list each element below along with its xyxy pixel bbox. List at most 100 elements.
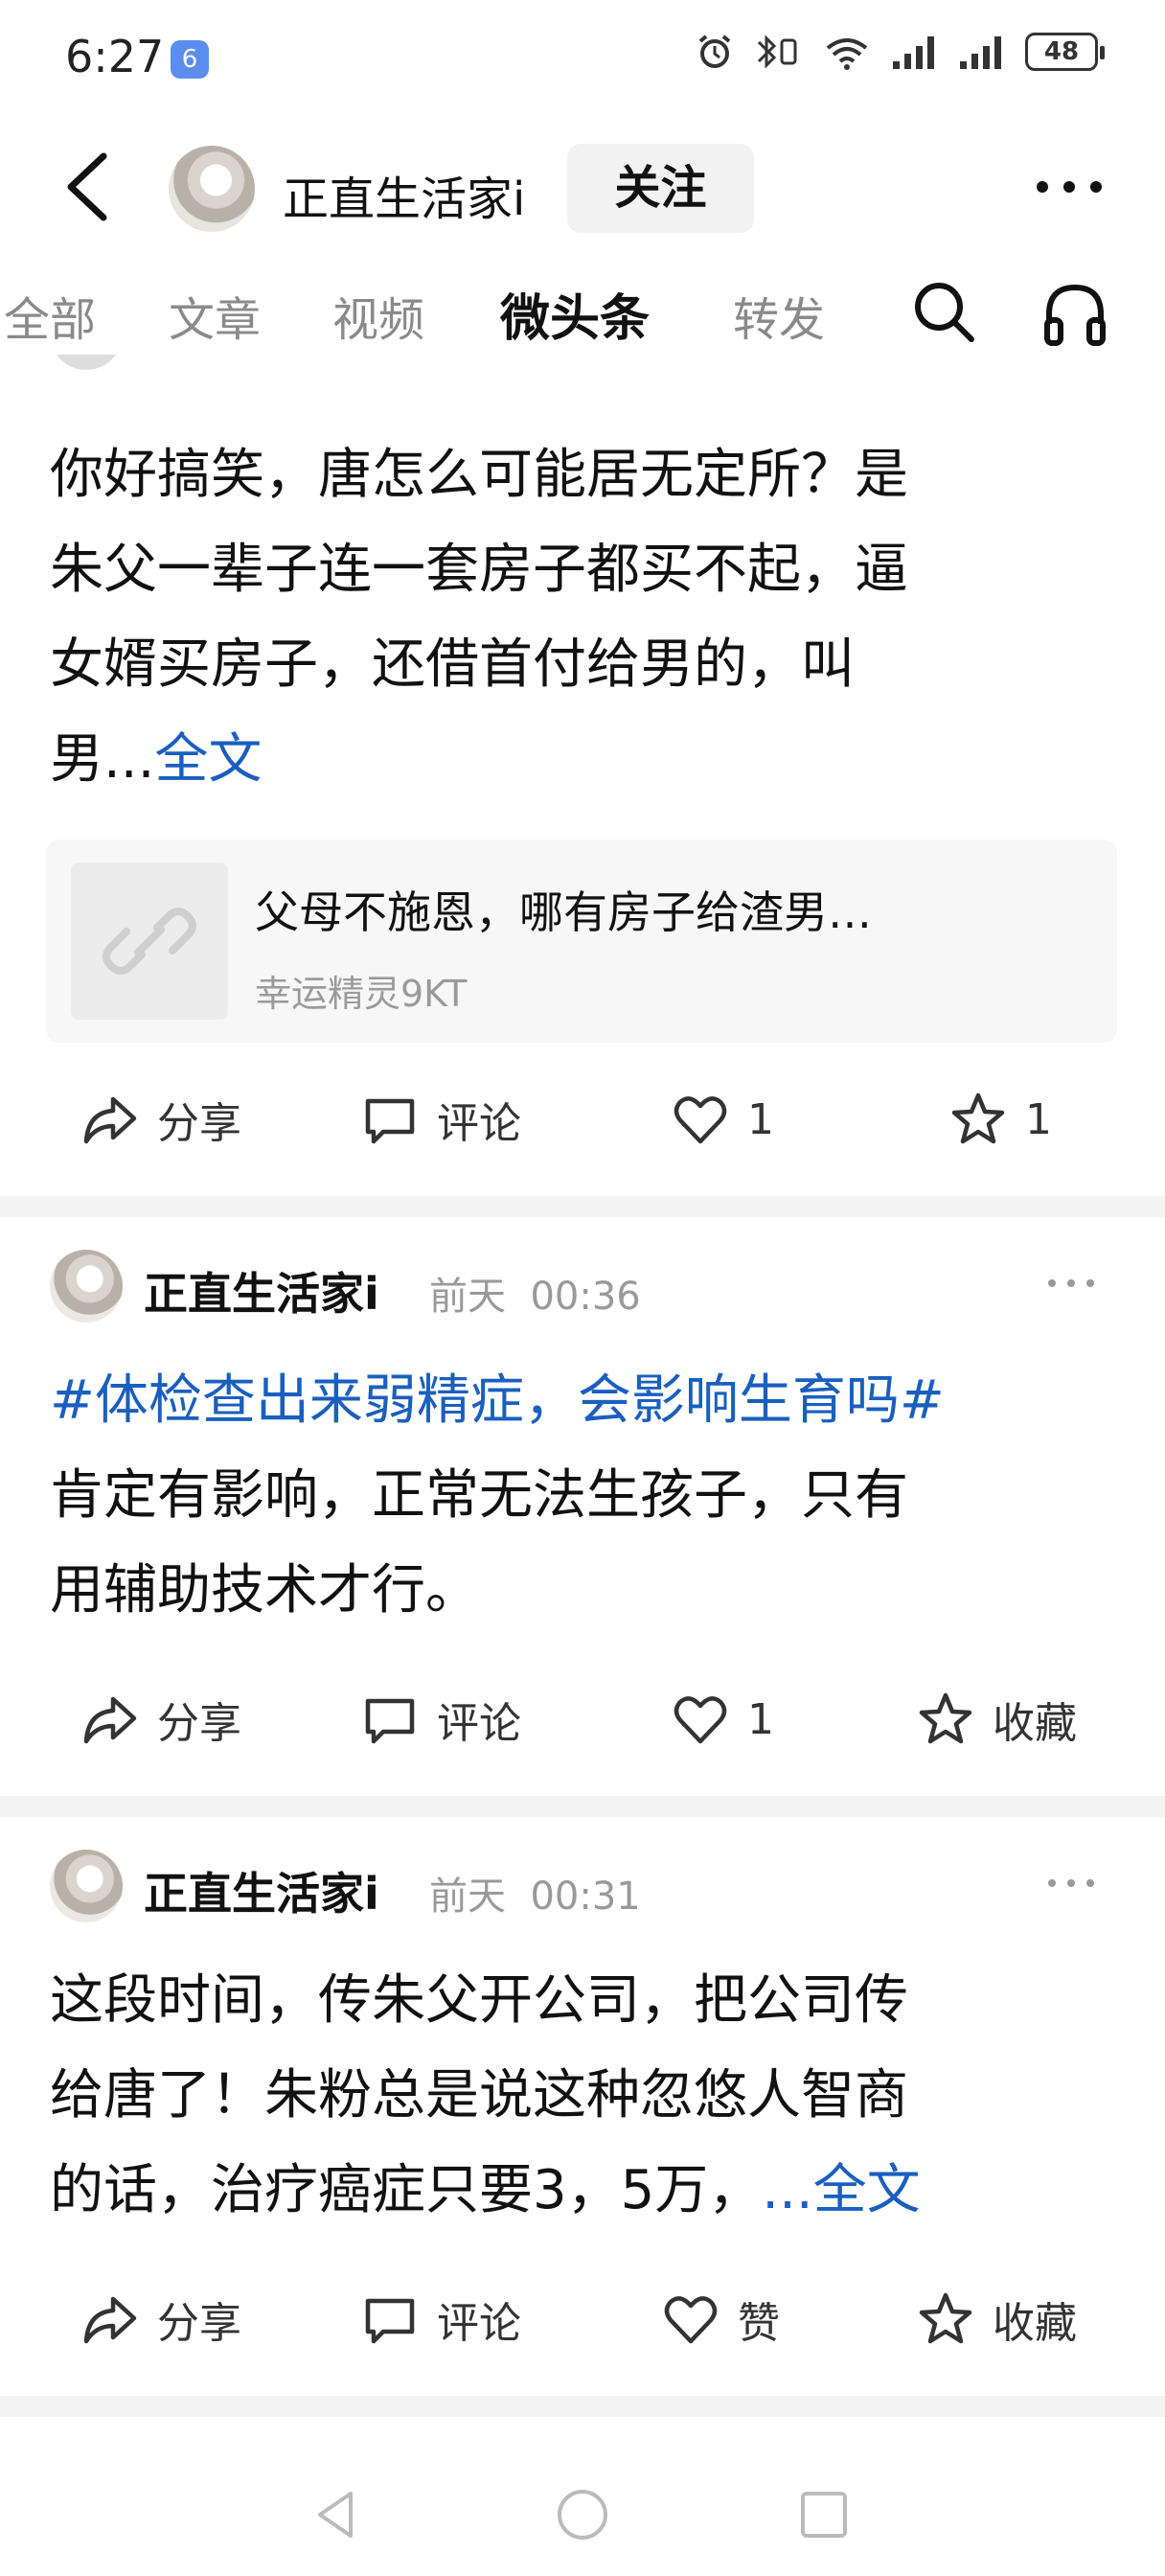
- chevron-left-icon[interactable]: [57, 149, 125, 225]
- heart-icon: [664, 2296, 718, 2344]
- comment-bubble-icon: [365, 1098, 415, 1144]
- link-icon: [103, 908, 196, 975]
- post-actions: 分享 评论 1 收藏: [0, 1681, 1165, 1758]
- share-label: 分享: [157, 1699, 241, 1748]
- nav-back-icon[interactable]: [308, 2486, 366, 2543]
- divider: [0, 1196, 1165, 1217]
- content-tabs: 全部 文章 视频 微头条 转发: [0, 268, 1165, 355]
- post-time: 前天 00:31: [429, 1865, 641, 1920]
- status-time: 6:27: [65, 31, 165, 82]
- post-line: 肯定有影响，正常无法生孩子，只有: [50, 1464, 908, 1527]
- share-arrow-icon: [83, 2296, 137, 2344]
- status-icons: 48: [696, 33, 1105, 71]
- star-icon: [919, 2292, 972, 2344]
- more-dots-icon[interactable]: [1031, 163, 1108, 211]
- post-header: 正直生活家i 前天 00:31: [0, 1842, 1165, 1928]
- star-icon: [919, 1692, 972, 1744]
- card-source: 幸运精灵9KT: [255, 973, 468, 1015]
- comment-button[interactable]: 评论: [360, 1681, 521, 1758]
- post-line: 女婿买房子，还借首付给男的，叫: [50, 633, 855, 696]
- post-line-end: 男...: [50, 728, 155, 791]
- tab-articles[interactable]: 文章: [169, 282, 261, 349]
- like-label: 赞: [738, 2299, 780, 2348]
- share-arrow-icon: [83, 1696, 137, 1744]
- comment-button[interactable]: 评论: [360, 2281, 521, 2358]
- post-actions: 分享 评论 赞 收藏: [0, 2281, 1165, 2358]
- post-text[interactable]: #体检查出来弱精症，会影响生育吗# 肯定有影响，正常无法生孩子，只有 用辅助技术…: [50, 1353, 1123, 1638]
- share-button[interactable]: 分享: [80, 1681, 241, 1758]
- post-clock: 00:31: [530, 1874, 641, 1919]
- follow-button[interactable]: 关注: [567, 144, 754, 233]
- post-time: 前天 00:36: [429, 1265, 641, 1321]
- comment-label: 评论: [437, 2299, 521, 2348]
- post-header: 正直生活家i 前天 00:36: [0, 1242, 1165, 1328]
- share-label: 分享: [157, 2299, 241, 2348]
- author-name[interactable]: 正直生活家i: [144, 1259, 379, 1322]
- share-button[interactable]: 分享: [80, 1081, 241, 1158]
- post-actions: 分享 评论 1 1: [0, 1081, 1165, 1158]
- like-button[interactable]: 1: [671, 1681, 774, 1758]
- tab-videos[interactable]: 视频: [332, 282, 424, 349]
- post-line-end: 的话，治疗癌症只要3，5万，: [50, 2159, 763, 2221]
- post-day: 前天: [429, 1874, 506, 1919]
- card-thumbnail: [71, 862, 228, 1020]
- more-dots-icon[interactable]: [1044, 1869, 1098, 1898]
- share-button[interactable]: 分享: [80, 2281, 241, 2358]
- author-name[interactable]: 正直生活家i: [144, 1859, 379, 1922]
- tab-all[interactable]: 全部: [4, 282, 96, 349]
- comment-label: 评论: [437, 1099, 521, 1148]
- avatar[interactable]: [50, 1850, 123, 1922]
- post-line: 男...全文: [50, 712, 1123, 807]
- system-nav-bar: [0, 2453, 1165, 2576]
- favorite-button[interactable]: 收藏: [916, 2281, 1077, 2358]
- read-more-link[interactable]: 全文: [154, 728, 262, 791]
- post-clock: 00:36: [530, 1275, 641, 1319]
- app-notification-icon: 6: [171, 40, 209, 79]
- post-text[interactable]: 这段时间，传朱父开公司，把公司传 给唐了！朱粉总是说这种忽悠人智商 的话，治疗癌…: [50, 1953, 1123, 2238]
- comment-bubble-icon: [365, 1698, 415, 1744]
- wifi-icon: [826, 38, 868, 70]
- divider: [0, 2396, 1165, 2417]
- like-button[interactable]: 1: [671, 1081, 774, 1158]
- headphones-icon[interactable]: [1039, 278, 1111, 350]
- more-dots-icon[interactable]: [1044, 1269, 1098, 1298]
- tab-micro-headlines[interactable]: 微头条: [500, 278, 650, 350]
- favorite-button[interactable]: 收藏: [916, 1681, 1077, 1758]
- favorite-button[interactable]: 1: [948, 1081, 1052, 1158]
- favorite-label: 收藏: [993, 1699, 1077, 1748]
- avatar[interactable]: [169, 146, 255, 232]
- post-line: 的话，治疗癌症只要3，5万，...全文: [50, 2143, 1123, 2238]
- favorite-count: 1: [1025, 1094, 1052, 1144]
- post-line: 这段时间，传朱父开公司，把公司传: [50, 1969, 908, 2032]
- heart-icon: [674, 1096, 727, 1144]
- profile-name[interactable]: 正直生活家i: [283, 161, 525, 228]
- share-arrow-icon: [83, 1096, 137, 1144]
- profile-header: 正直生活家i 关注: [0, 125, 1165, 254]
- read-more-link[interactable]: ...全文: [762, 2159, 920, 2221]
- nav-recents-icon[interactable]: [795, 2486, 853, 2543]
- nav-home-icon[interactable]: [554, 2486, 611, 2543]
- search-icon[interactable]: [910, 278, 977, 345]
- comment-label: 评论: [437, 1699, 521, 1748]
- alarm-icon: [698, 34, 731, 68]
- battery-icon: 48: [1025, 33, 1105, 71]
- like-count: 1: [747, 1694, 774, 1744]
- comment-button[interactable]: 评论: [360, 1081, 521, 1158]
- topic-hashtag[interactable]: #体检查出来弱精症，会影响生育吗#: [50, 1353, 1123, 1448]
- comment-bubble-icon: [365, 2298, 415, 2344]
- tab-reposts[interactable]: 转发: [733, 282, 825, 349]
- like-count: 1: [747, 1094, 774, 1144]
- post-line: 朱父一辈子连一套房子都买不起，逼: [50, 539, 908, 601]
- share-label: 分享: [157, 1099, 241, 1148]
- star-icon: [951, 1092, 1005, 1144]
- status-bar: 6:27 6 48: [0, 0, 1165, 115]
- like-button[interactable]: 赞: [661, 2281, 780, 2358]
- signal-icon-2: [960, 36, 1001, 69]
- post-line: 你好搞笑，唐怎么可能居无定所？是: [50, 444, 908, 506]
- linked-article-card[interactable]: 父母不施恩，哪有房子给渣男… 幸运精灵9KT: [46, 840, 1117, 1043]
- heart-icon: [674, 1696, 727, 1744]
- post-line: 给唐了！朱粉总是说这种忽悠人智商: [50, 2064, 908, 2127]
- avatar[interactable]: [50, 1250, 123, 1322]
- bluetooth-vibrate-icon: [757, 34, 797, 69]
- post-text[interactable]: 你好搞笑，唐怎么可能居无定所？是 朱父一辈子连一套房子都买不起，逼 女婿买房子，…: [50, 427, 1123, 807]
